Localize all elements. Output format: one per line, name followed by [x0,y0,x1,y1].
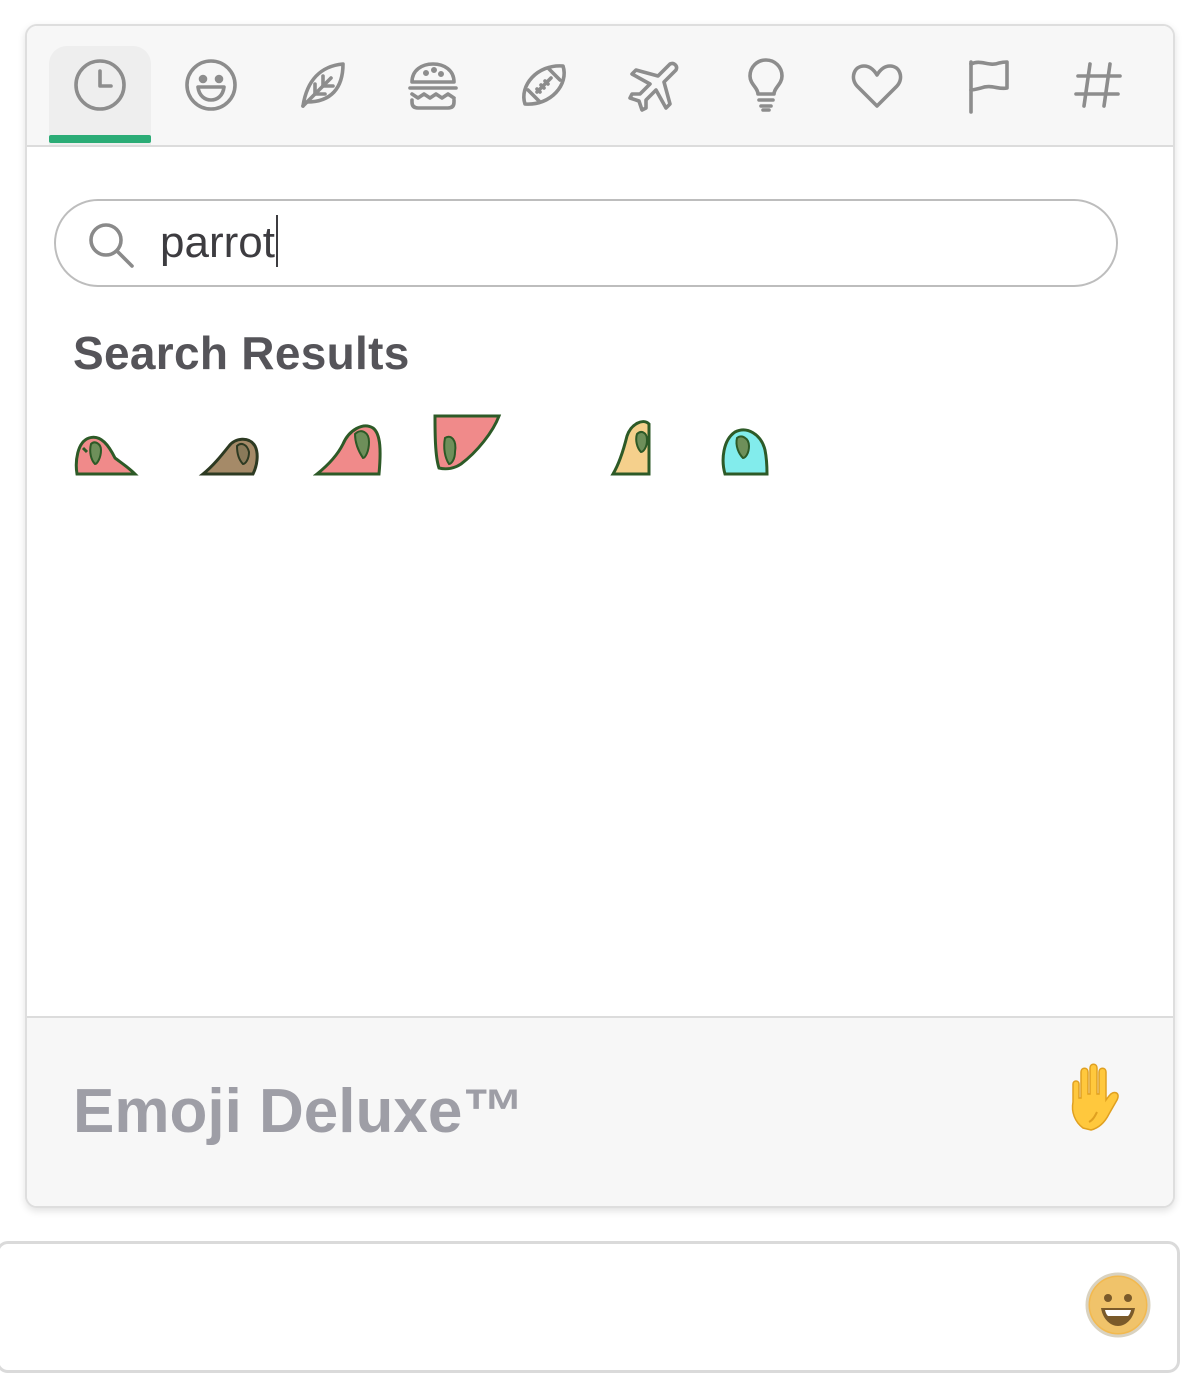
tab-recent[interactable] [49,46,151,145]
lightbulb-icon [748,58,784,112]
tab-objects[interactable] [715,46,817,145]
emoji-picker: parrot Search Results Emoji Deluxe™ [25,24,1175,1208]
emoji-result-parrot[interactable] [193,412,265,482]
raised-hand-icon [1071,1063,1119,1131]
parrot-icon [74,435,139,476]
leaf-icon [301,62,345,108]
search-icon [89,223,134,268]
tab-people[interactable] [160,46,262,145]
clock-icon [74,59,126,111]
parrot-icon [198,437,259,476]
emoji-button[interactable] [1085,1272,1151,1338]
message-input[interactable] [0,1241,1180,1373]
skin-tone-button[interactable] [1065,1062,1131,1132]
active-tab-indicator [49,135,151,143]
burger-icon [408,62,458,110]
emoji-search-input[interactable]: parrot [54,199,1118,287]
football-icon [522,64,566,106]
hashtag-icon [1074,62,1122,108]
smiley-icon [1085,1272,1151,1338]
flag-icon [969,60,1009,114]
smiley-icon [185,59,237,111]
tab-flags[interactable] [937,46,1039,145]
emoji-result-parrot[interactable] [73,412,145,482]
parrot-icon [312,424,382,476]
heart-icon [851,64,903,108]
tab-activity[interactable] [493,46,595,145]
tab-travel[interactable] [604,46,706,145]
search-results-heading: Search Results [73,327,410,379]
emoji-result-parrot[interactable] [603,412,675,482]
airplane-icon [628,61,679,112]
emoji-result-parrot[interactable] [719,412,791,482]
footer-title: Emoji Deluxe™ [73,1077,525,1146]
tab-food[interactable] [382,46,484,145]
text-caret [275,215,278,268]
emoji-result-parrot[interactable] [312,412,385,482]
parrot-icon [721,428,769,476]
search-input-value: parrot [160,218,275,267]
tab-nature[interactable] [271,46,373,145]
parrot-icon [433,414,502,471]
parrot-icon [610,420,651,476]
category-tabs [27,26,1173,147]
search-results-list [73,412,1133,482]
picker-footer: Emoji Deluxe™ [27,1016,1173,1206]
tab-symbols[interactable] [826,46,928,145]
emoji-result-parrot[interactable] [433,412,505,482]
tab-custom[interactable] [1048,46,1150,145]
